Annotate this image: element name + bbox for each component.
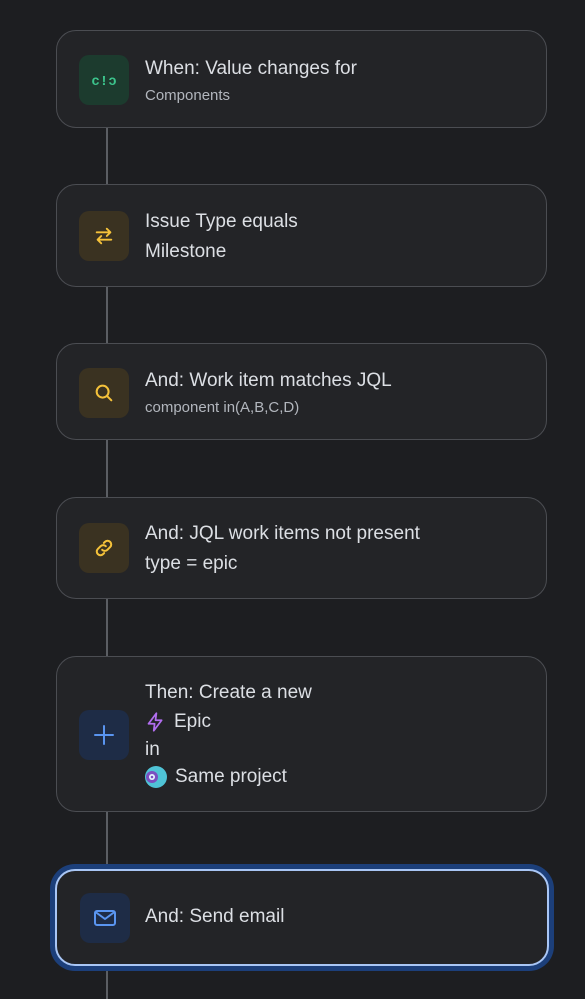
connector-line xyxy=(106,128,108,184)
step-title: And: JQL work items not present xyxy=(145,523,420,544)
trigger-icon: c!ɔ xyxy=(79,55,129,105)
issue-type-label: Epic xyxy=(174,711,211,732)
step-title: And: Send email xyxy=(145,906,285,927)
link-icon xyxy=(79,523,129,573)
connector-line xyxy=(106,287,108,343)
plus-icon xyxy=(79,710,129,760)
connector-line xyxy=(106,966,108,999)
rule-step-trigger[interactable]: c!ɔ When: Value changes for Components xyxy=(56,30,547,128)
in-label: in xyxy=(145,739,160,760)
step-subtitle: component in(A,B,C,D) xyxy=(145,399,300,416)
rule-step-jql-condition[interactable]: And: Work item matches JQL component in(… xyxy=(56,343,547,440)
connector-line xyxy=(106,599,108,656)
step-subtitle: type = epic xyxy=(145,553,238,574)
epic-lightning-icon xyxy=(147,712,163,732)
project-label: Same project xyxy=(175,766,287,787)
rule-step-create-action[interactable]: Then: Create a new Epic in Same project xyxy=(56,656,547,812)
project-avatar-icon xyxy=(145,766,167,788)
connector-line xyxy=(106,812,108,869)
issue-type-row: Epic xyxy=(145,711,211,733)
swap-arrows-icon xyxy=(79,211,129,261)
search-icon xyxy=(79,368,129,418)
step-title: Then: Create a new xyxy=(145,682,312,703)
rule-step-related-condition[interactable]: And: JQL work items not present type = e… xyxy=(56,497,547,599)
svg-text:c!ɔ: c!ɔ xyxy=(92,74,116,89)
connector-line xyxy=(106,440,108,497)
step-subtitle: Milestone xyxy=(145,241,227,262)
step-title: When: Value changes for xyxy=(145,58,357,79)
step-subtitle: Components xyxy=(145,87,231,104)
step-title: And: Work item matches JQL xyxy=(145,370,392,391)
rule-step-issue-type-condition[interactable]: Issue Type equals Milestone xyxy=(56,184,547,287)
rule-step-send-email-action[interactable]: And: Send email xyxy=(55,869,549,966)
project-row: Same project xyxy=(145,766,287,788)
mail-icon xyxy=(80,893,130,943)
step-title: Issue Type equals xyxy=(145,211,298,232)
